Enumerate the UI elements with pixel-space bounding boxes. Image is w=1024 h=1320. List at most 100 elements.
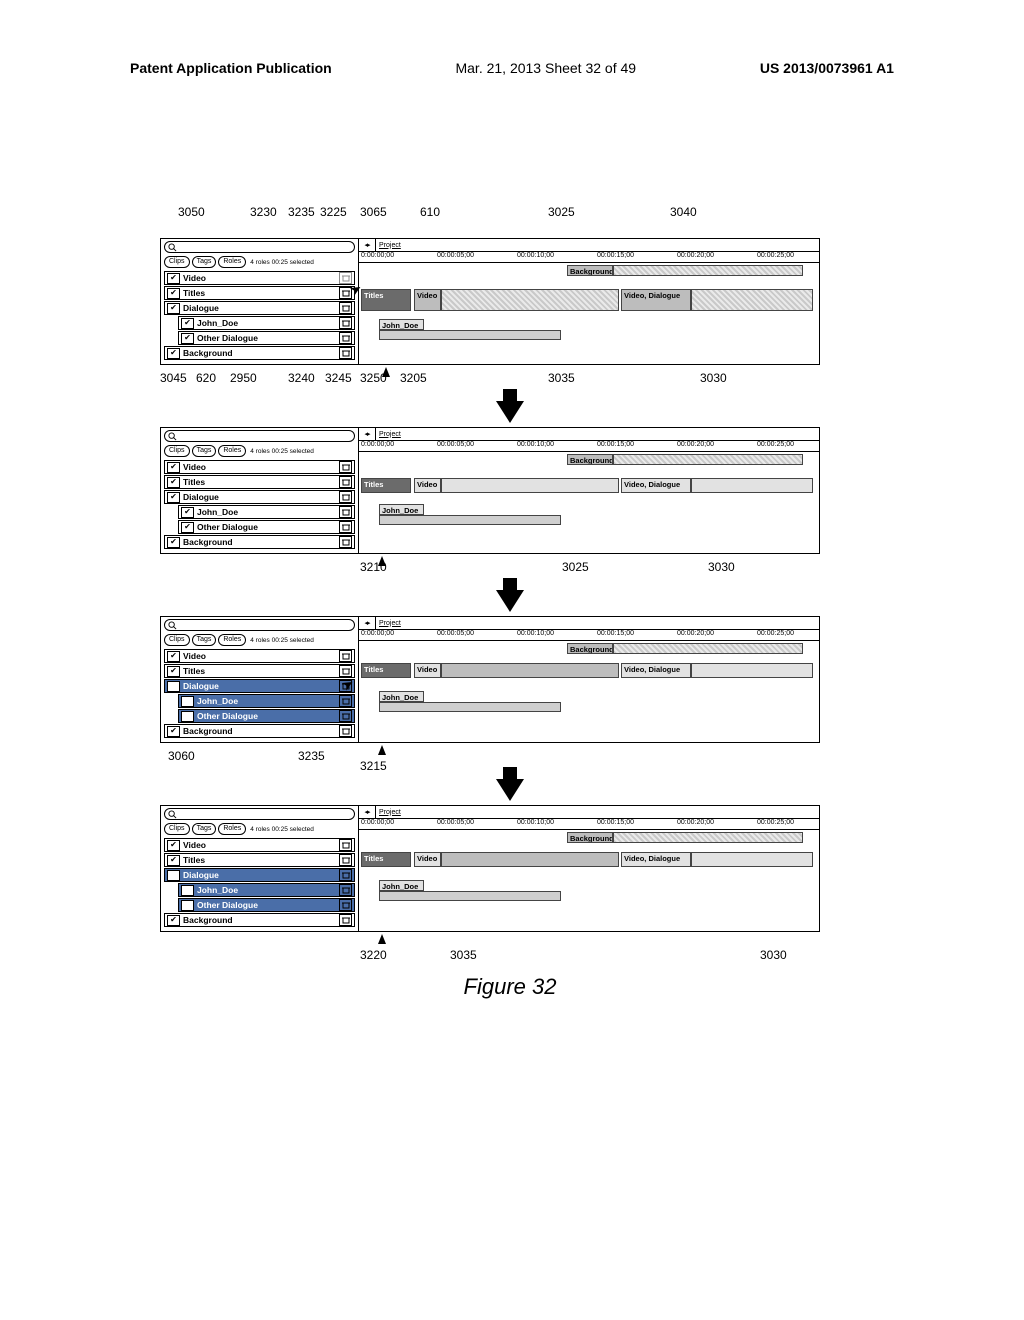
role-video[interactable]: ✔Video [164,649,355,663]
clip-background-body[interactable] [613,643,803,654]
clip-titles[interactable]: Titles [361,852,411,867]
nav-arrows-icon[interactable]: ◂▸ [359,428,376,440]
clip-video-dialogue-body[interactable] [691,852,813,867]
clip-titles[interactable]: Titles [361,478,411,493]
clip-video-dialogue[interactable]: Video, Dialogue [621,289,691,311]
trash-icon[interactable] [339,695,352,707]
trash-icon[interactable] [339,332,352,344]
role-background[interactable]: ✔Background [164,913,355,927]
role-titles[interactable]: ✔Titles [164,853,355,867]
pill-roles[interactable]: Roles [218,445,246,457]
trash-icon[interactable] [339,476,352,488]
trash-icon[interactable] [339,317,352,329]
checkbox-icon[interactable]: ✔ [181,885,194,896]
role-john-doe[interactable]: ✔John_Doe [178,505,355,519]
trash-icon[interactable] [339,347,352,359]
checkbox-icon[interactable]: ✔ [167,651,180,662]
pill-tags[interactable]: Tags [192,634,217,646]
role-dialogue[interactable]: ✔Dialogue [164,490,355,504]
pill-clips[interactable]: Clips [164,445,190,457]
time-ruler[interactable]: 0:00:00;00 00:00:05;00 00:00:10;00 00:00… [359,252,819,263]
checkbox-icon[interactable]: ✔ [167,303,180,314]
pill-tags[interactable]: Tags [192,256,217,268]
checkbox-icon[interactable]: ✔ [167,288,180,299]
trash-icon[interactable] [339,710,352,722]
clip-johndoe[interactable]: John_Doe [379,504,424,515]
clip-johndoe-wave[interactable] [379,891,561,901]
clip-video-dialogue-body[interactable] [691,478,813,493]
clip-johndoe[interactable]: John_Doe [379,319,424,330]
time-ruler[interactable]: 0:00:00;00 00:00:05;00 00:00:10;00 00:00… [359,441,819,452]
trash-icon[interactable] [339,665,352,677]
clip-johndoe-wave[interactable] [379,702,561,712]
role-other-dialogue[interactable]: ✔ Other Dialogue [178,331,355,345]
time-ruler[interactable]: 0:00:00;00 00:00:05;00 00:00:10;00 00:00… [359,819,819,830]
clip-background-body[interactable] [613,454,803,465]
clip-johndoe-wave[interactable] [379,330,561,340]
checkbox-icon[interactable]: ✔ [181,711,194,722]
checkbox-icon[interactable]: ✔ [167,348,180,359]
nav-arrows-icon[interactable]: ◂▸ [359,617,376,629]
clip-background[interactable]: Background [567,643,613,654]
trash-icon[interactable] [339,491,352,503]
role-background[interactable]: ✔ Background [164,346,355,360]
clip-video-dialogue-body[interactable] [691,289,813,311]
timeline[interactable]: ◂▸Project 0:00:00;00 00:00:05;00 00:00:1… [359,806,819,931]
tracks[interactable]: Background Titles Video Video, Dialogue … [359,830,819,930]
role-video[interactable]: ✔Video [164,460,355,474]
role-john-doe-highlight[interactable]: ✔John_Doe [178,694,355,708]
clip-johndoe-wave[interactable] [379,515,561,525]
trash-icon[interactable] [339,461,352,473]
search-input[interactable] [164,430,355,442]
checkbox-icon[interactable]: ✔ [181,318,194,329]
checkbox-icon[interactable]: ✔ [167,273,180,284]
clip-video[interactable]: Video [414,663,441,678]
checkbox-icon[interactable]: ✔ [181,333,194,344]
tracks[interactable]: Background Titles Video Video, Dialogue … [359,452,819,552]
tracks[interactable]: Background Titles Video Video, Dialogue … [359,263,819,363]
trash-icon[interactable] [339,521,352,533]
nav-arrows-icon[interactable]: ◂▸ [359,806,376,818]
trash-icon[interactable] [339,899,352,911]
clip-background[interactable]: Background [567,832,613,843]
checkbox-icon[interactable]: ✔ [167,666,180,677]
checkbox-icon[interactable]: ✔ [167,870,180,881]
trash-icon[interactable] [339,869,352,881]
pill-clips[interactable]: Clips [164,256,190,268]
clip-titles[interactable]: Titles [361,289,411,311]
clip-titles[interactable]: Titles [361,663,411,678]
role-video[interactable]: ✔Video [164,838,355,852]
trash-icon[interactable] [339,854,352,866]
pill-roles[interactable]: Roles [218,823,246,835]
role-other-dialogue[interactable]: ✔Other Dialogue [178,520,355,534]
checkbox-icon[interactable]: ✔ [167,840,180,851]
clip-video[interactable]: Video [414,478,441,493]
pill-tags[interactable]: Tags [192,823,217,835]
trash-icon[interactable] [339,287,352,299]
clip-background[interactable]: Background [567,454,613,465]
role-john-doe[interactable]: ✔ John_Doe [178,316,355,330]
trash-icon[interactable] [339,839,352,851]
trash-icon[interactable] [339,725,352,737]
checkbox-icon[interactable]: ✔ [167,462,180,473]
clip-johndoe[interactable]: John_Doe [379,691,424,702]
project-label[interactable]: Project [376,242,819,249]
trash-icon[interactable] [339,650,352,662]
role-video[interactable]: ✔ Video [164,271,355,285]
checkbox-icon[interactable]: ✔ [167,537,180,548]
trash-icon[interactable] [339,272,352,284]
timeline[interactable]: ◂▸Project 0:00:00;00 00:00:05;00 00:00:1… [359,617,819,742]
clip-video-body[interactable] [441,289,619,311]
pill-tags[interactable]: Tags [192,445,217,457]
search-input[interactable] [164,619,355,631]
search-input[interactable] [164,241,355,253]
timeline[interactable]: ◂▸ Project 0:00:00;00 00:00:05;00 00:00:… [359,239,819,364]
checkbox-icon[interactable]: ✔ [167,681,180,692]
clip-video-dialogue-body[interactable] [691,663,813,678]
search-input[interactable] [164,808,355,820]
trash-icon[interactable] [339,914,352,926]
role-john-doe-highlight[interactable]: ✔John_Doe [178,883,355,897]
clip-video-body[interactable] [441,663,619,678]
pill-clips[interactable]: Clips [164,823,190,835]
checkbox-icon[interactable]: ✔ [167,492,180,503]
